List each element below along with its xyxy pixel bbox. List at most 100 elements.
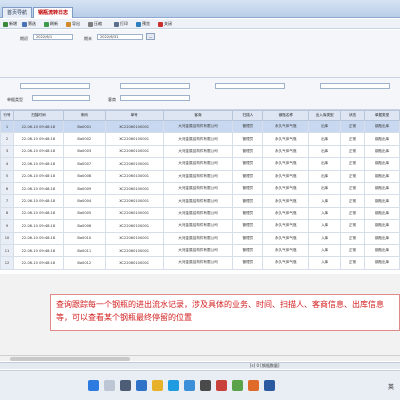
table-cell: 正常 — [340, 119, 366, 134]
table-cell: 正常 — [340, 157, 366, 171]
preview-button[interactable]: 预览 — [136, 20, 150, 28]
barcode-input[interactable] — [120, 83, 190, 89]
export-label: 导出 — [72, 21, 80, 26]
toolbar: 新增 筛选 刷新 导出 压缩 打印 预览 关闭 — [0, 19, 400, 29]
table-cell: Ba0002 — [62, 132, 106, 146]
column-header[interactable]: 钢瓶名称 — [262, 110, 310, 121]
date-to-input[interactable]: 2022/6/31 — [97, 34, 143, 40]
table-cell: 11 — [0, 243, 14, 258]
table-row[interactable]: 1 22-06-10 09:48:18 Ba0001 XC22060100001 大河金… — [0, 119, 400, 134]
table-cell: 钢瓶出库 — [364, 243, 400, 258]
date-from-input[interactable]: 2022/6/1 — [33, 34, 73, 40]
store-icon[interactable] — [184, 380, 195, 391]
table-row[interactable]: 4 22-06-10 09:48:18 Ba0007 XC22060100001 大河金… — [0, 157, 400, 171]
print-label: 打印 — [120, 21, 128, 26]
close-button[interactable]: 关闭 — [158, 20, 172, 28]
table-cell: 9 — [0, 219, 14, 233]
column-header[interactable]: 行号 — [0, 110, 14, 121]
tab-bottle-log[interactable]: 钢瓶流转日志记录 — [33, 7, 73, 27]
table-cell: Ba0003 — [62, 144, 106, 159]
table-cell: 出库 — [308, 132, 342, 146]
table-cell: 钢瓶出库 — [364, 119, 400, 134]
customer-input[interactable] — [120, 95, 190, 101]
app3-icon[interactable] — [264, 380, 275, 391]
date-picker-button[interactable]: ... — [146, 33, 155, 40]
table-cell: 钢瓶出库 — [364, 256, 400, 270]
compress-button[interactable]: 压缩 — [88, 20, 102, 28]
table-cell: 钢瓶出库 — [364, 194, 400, 208]
table-cell: 出库 — [308, 157, 342, 171]
column-header[interactable]: 单号 — [104, 110, 164, 121]
table-cell: 永久气体气瓶 — [262, 219, 310, 233]
table-cell: 永久气体气瓶 — [262, 157, 310, 171]
table-cell: 1 — [0, 119, 14, 134]
scan-person-input[interactable] — [20, 83, 90, 89]
table-row[interactable]: 2 22-06-10 09:48:18 Ba0002 XC22060100001 大河金… — [0, 132, 400, 146]
refresh-button[interactable]: 刷新 — [44, 20, 58, 28]
column-header[interactable]: 扫描时间 — [12, 110, 64, 121]
doc-type-input[interactable] — [32, 95, 90, 101]
task-view-icon[interactable] — [120, 380, 131, 391]
table-cell: 22-06-10 09:48:18 — [12, 243, 64, 258]
table-row[interactable]: 12 22-06-10 09:48:18 Ba0012 XC22060100001 大河… — [0, 256, 400, 270]
table-cell: 3 — [0, 144, 14, 159]
folder-icon[interactable] — [152, 380, 163, 391]
table-cell: 钢瓶出库 — [364, 144, 400, 159]
filter-icon — [22, 21, 27, 27]
table-cell: Ba0011 — [62, 243, 106, 258]
table-row[interactable]: 10 22-06-10 09:48:18 Ba0010 XC22060100001 大河… — [0, 231, 400, 245]
table-row[interactable]: 7 22-06-10 09:48:18 Ba0004 XC22060100001 大河金… — [0, 194, 400, 208]
bottle-name-input[interactable] — [320, 83, 390, 89]
table-cell: 正常 — [340, 169, 366, 183]
app2-icon[interactable] — [248, 380, 259, 391]
table-cell: Ba0008 — [62, 169, 106, 183]
table-cell: 大河金属结构件有限公司 — [162, 181, 234, 196]
column-header[interactable]: 出入库类型 — [308, 110, 342, 121]
column-header[interactable]: 条码 — [62, 110, 106, 121]
terminal-icon[interactable] — [200, 380, 211, 391]
table-cell: 钢瓶出库 — [364, 132, 400, 146]
refresh-label: 刷新 — [50, 21, 58, 26]
table-row[interactable]: 3 22-06-10 09:48:18 Ba0003 XC22060100001 大河金… — [0, 144, 400, 159]
print-button[interactable]: 打印 — [114, 20, 128, 28]
add-button[interactable]: 新增 — [3, 20, 17, 28]
table-cell: 入库 — [308, 243, 342, 258]
table-cell: XC22060100001 — [104, 194, 164, 208]
table-cell: XC22060100001 — [104, 256, 164, 270]
horizontal-scrollbar[interactable] — [0, 355, 400, 361]
scrollbar-thumb[interactable] — [10, 357, 130, 361]
column-header[interactable]: 单据类型 — [364, 110, 400, 121]
wechat-icon[interactable] — [232, 380, 243, 391]
column-header[interactable]: 扫描人 — [232, 110, 264, 121]
filter-button[interactable]: 筛选 — [22, 20, 36, 28]
table-cell: 出库 — [308, 119, 342, 134]
data-grid: 行号 扫描时间 条码 单号 客商 扫描人 钢瓶名称 出入库类型 状态 单据类型 1 22-06-10… — [0, 110, 400, 274]
table-cell: 22-06-10 09:48:18 — [12, 157, 64, 171]
table-cell: 永久气体气瓶 — [262, 144, 310, 159]
table-cell: 入库 — [308, 219, 342, 233]
table-row[interactable]: 5 22-06-10 09:48:18 Ba0008 XC22060100001 大河金… — [0, 169, 400, 183]
column-header[interactable]: 状态 — [340, 110, 366, 121]
table-cell: 正常 — [340, 132, 366, 146]
table-cell: 出库 — [308, 144, 342, 159]
widgets-icon[interactable] — [136, 380, 147, 391]
search-icon[interactable] — [104, 380, 115, 391]
print-icon — [114, 21, 119, 27]
table-row[interactable]: 11 22-06-10 09:48:18 Ba0011 XC22060100001 大河… — [0, 243, 400, 258]
start-icon[interactable] — [88, 380, 99, 391]
table-cell: 管理员 — [232, 243, 264, 258]
table-row[interactable]: 8 22-06-10 09:48:18 Ba0005 XC22060100001 大河金… — [0, 206, 400, 221]
table-cell: 入库 — [308, 206, 342, 221]
customer-label: 客商 — [108, 97, 116, 102]
table-cell: 钢瓶出库 — [364, 231, 400, 245]
export-button[interactable]: 导出 — [66, 20, 80, 28]
tab-home[interactable]: 首页导航 — [2, 7, 32, 18]
ime-indicator[interactable]: 英 — [388, 382, 394, 391]
column-header[interactable]: 客商 — [162, 110, 234, 121]
refresh-icon — [44, 21, 49, 27]
table-row[interactable]: 6 22-06-10 09:48:18 Ba0009 XC22060100001 大河金… — [0, 181, 400, 196]
doc-no-input[interactable] — [215, 83, 285, 89]
table-row[interactable]: 9 22-06-10 09:48:18 Ba0006 XC22060100001 大河金… — [0, 219, 400, 233]
app-icon[interactable] — [216, 380, 227, 391]
edge-icon[interactable] — [168, 380, 179, 391]
